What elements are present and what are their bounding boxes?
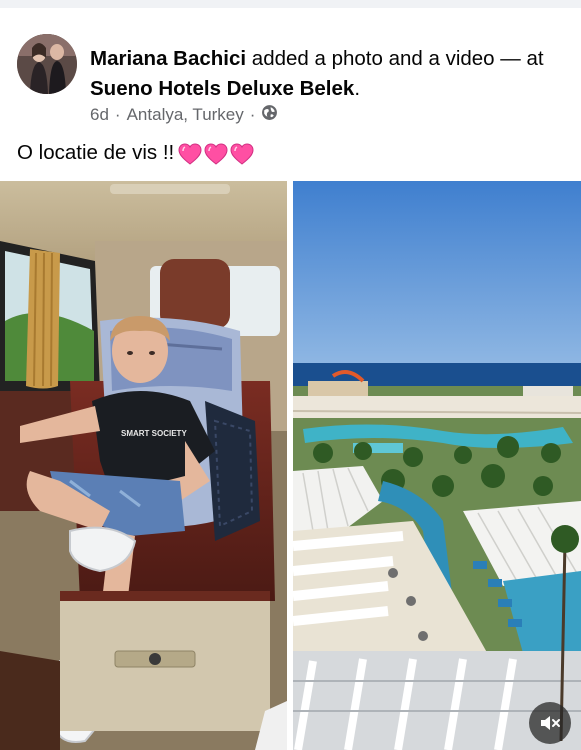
post-timestamp[interactable]: 6d xyxy=(90,105,109,125)
photo-boy-in-van: SMART SOCIETY xyxy=(0,181,287,750)
feed-divider xyxy=(0,0,581,8)
video-resort-view xyxy=(293,181,581,750)
post-caption: O locatie de vis !! xyxy=(17,140,254,166)
caption-emojis xyxy=(178,143,254,165)
heart-icon xyxy=(178,143,202,165)
meta-separator: · xyxy=(249,105,256,124)
post-photo[interactable]: SMART SOCIETY xyxy=(0,181,287,750)
location-link[interactable]: Sueno Hotels Deluxe Belek xyxy=(90,77,354,100)
post-header: Mariana Bachici added a photo and a vide… xyxy=(0,8,581,128)
author-avatar[interactable] xyxy=(17,34,77,94)
volume-muted-icon xyxy=(541,716,560,730)
post-title: Mariana Bachici added a photo and a vide… xyxy=(90,44,570,104)
shirt-print: SMART SOCIETY xyxy=(121,429,187,438)
post-meta: 6d · Antalya, Turkey · xyxy=(90,104,278,126)
heart-icon xyxy=(204,143,228,165)
heart-icon xyxy=(230,143,254,165)
title-period: . xyxy=(354,77,361,100)
mute-toggle-button[interactable] xyxy=(529,702,571,744)
author-name-link[interactable]: Mariana Bachici xyxy=(90,47,246,70)
post-place[interactable]: Antalya, Turkey xyxy=(127,105,244,125)
meta-separator: · xyxy=(114,105,121,124)
caption-text: O locatie de vis !! xyxy=(17,141,175,164)
avatar-image xyxy=(17,34,77,94)
post-video[interactable] xyxy=(293,181,581,750)
post-action-text: added a photo and a video — at xyxy=(246,47,544,70)
globe-icon[interactable] xyxy=(261,104,278,126)
